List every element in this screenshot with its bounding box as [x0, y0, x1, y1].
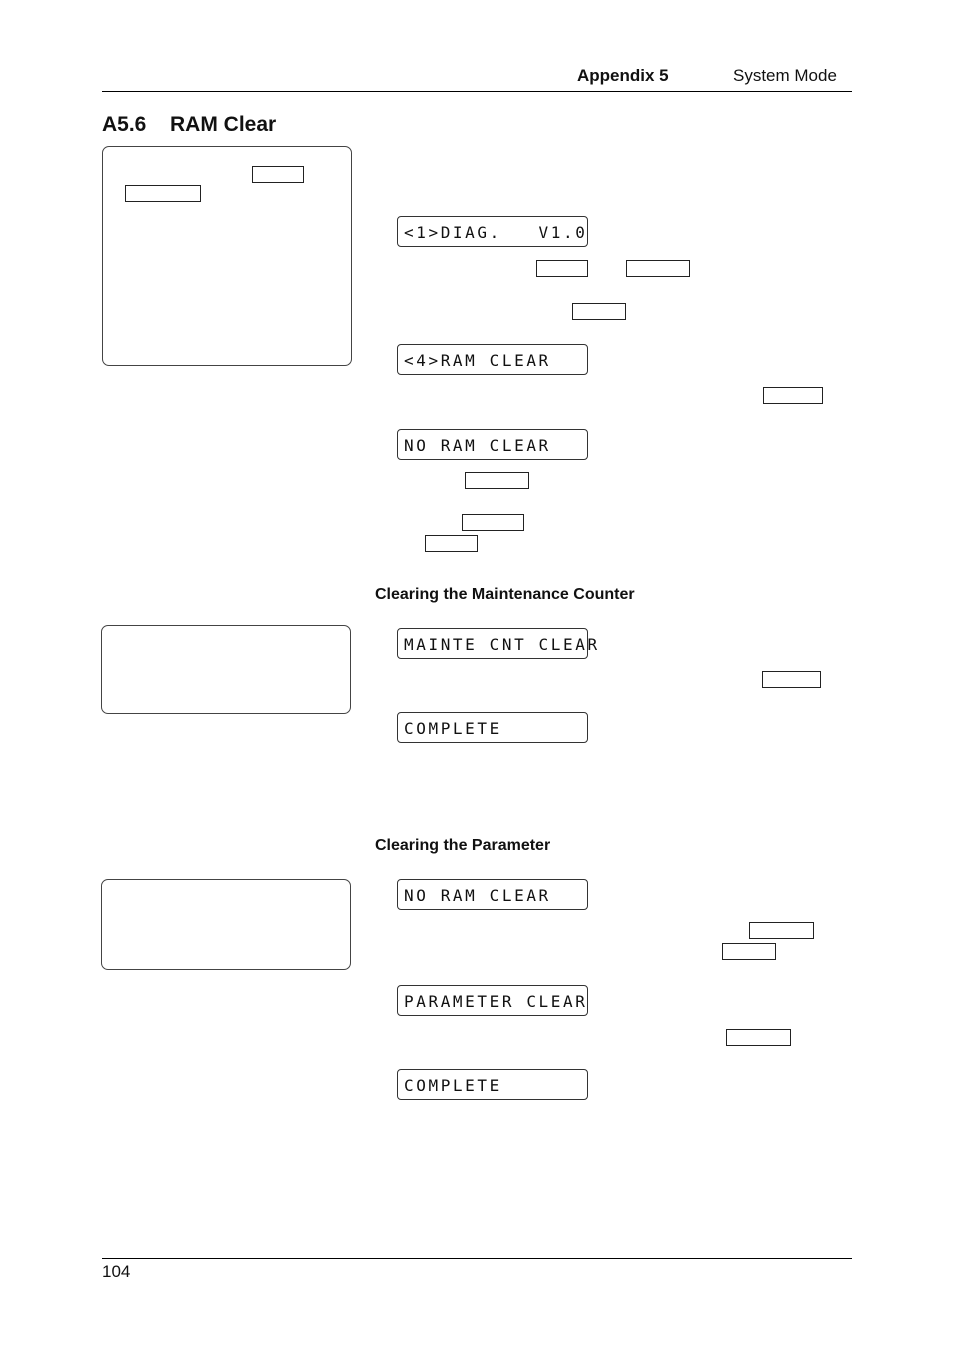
key-box [125, 185, 201, 202]
key-box [536, 260, 588, 277]
key-box [252, 166, 304, 183]
subheading-maintenance-counter: Clearing the Maintenance Counter [375, 586, 635, 603]
section-name: RAM Clear [170, 113, 277, 136]
note-box-parameter [101, 879, 351, 970]
header-title: System Mode [733, 66, 837, 85]
lcd-display-parameter-clear: PARAMETER CLEAR [397, 985, 588, 1016]
key-box [763, 387, 823, 404]
lcd-display-ram-clear: <4>RAM CLEAR [397, 344, 588, 375]
header-rule [102, 91, 852, 92]
key-box [626, 260, 690, 277]
lcd-display-no-ram-clear-2: NO RAM CLEAR [397, 879, 588, 910]
subheading-parameter: Clearing the Parameter [375, 837, 551, 854]
lcd-display-complete: COMPLETE [397, 712, 588, 743]
key-box [762, 671, 821, 688]
key-box [462, 514, 524, 531]
footer-rule [102, 1258, 852, 1259]
key-box [572, 303, 626, 320]
lcd-display-mainte-cnt-clear: MAINTE CNT CLEAR [397, 628, 597, 659]
page-number: 104 [102, 1262, 131, 1281]
note-box-ram-clear [102, 146, 352, 366]
key-box [749, 922, 814, 939]
section-number: A5.6 [102, 113, 147, 136]
key-box [425, 535, 478, 552]
note-box-maintenance [101, 625, 351, 714]
key-box [726, 1029, 791, 1046]
key-box [722, 943, 776, 960]
key-box [465, 472, 529, 489]
header-chapter: Appendix 5 [577, 66, 669, 85]
section-title: A5.6 RAM Clear [102, 113, 276, 137]
lcd-display-no-ram-clear: NO RAM CLEAR [397, 429, 588, 460]
lcd-display-complete-2: COMPLETE [397, 1069, 588, 1100]
lcd-display-diag: <1>DIAG. V1.0 [397, 216, 588, 247]
